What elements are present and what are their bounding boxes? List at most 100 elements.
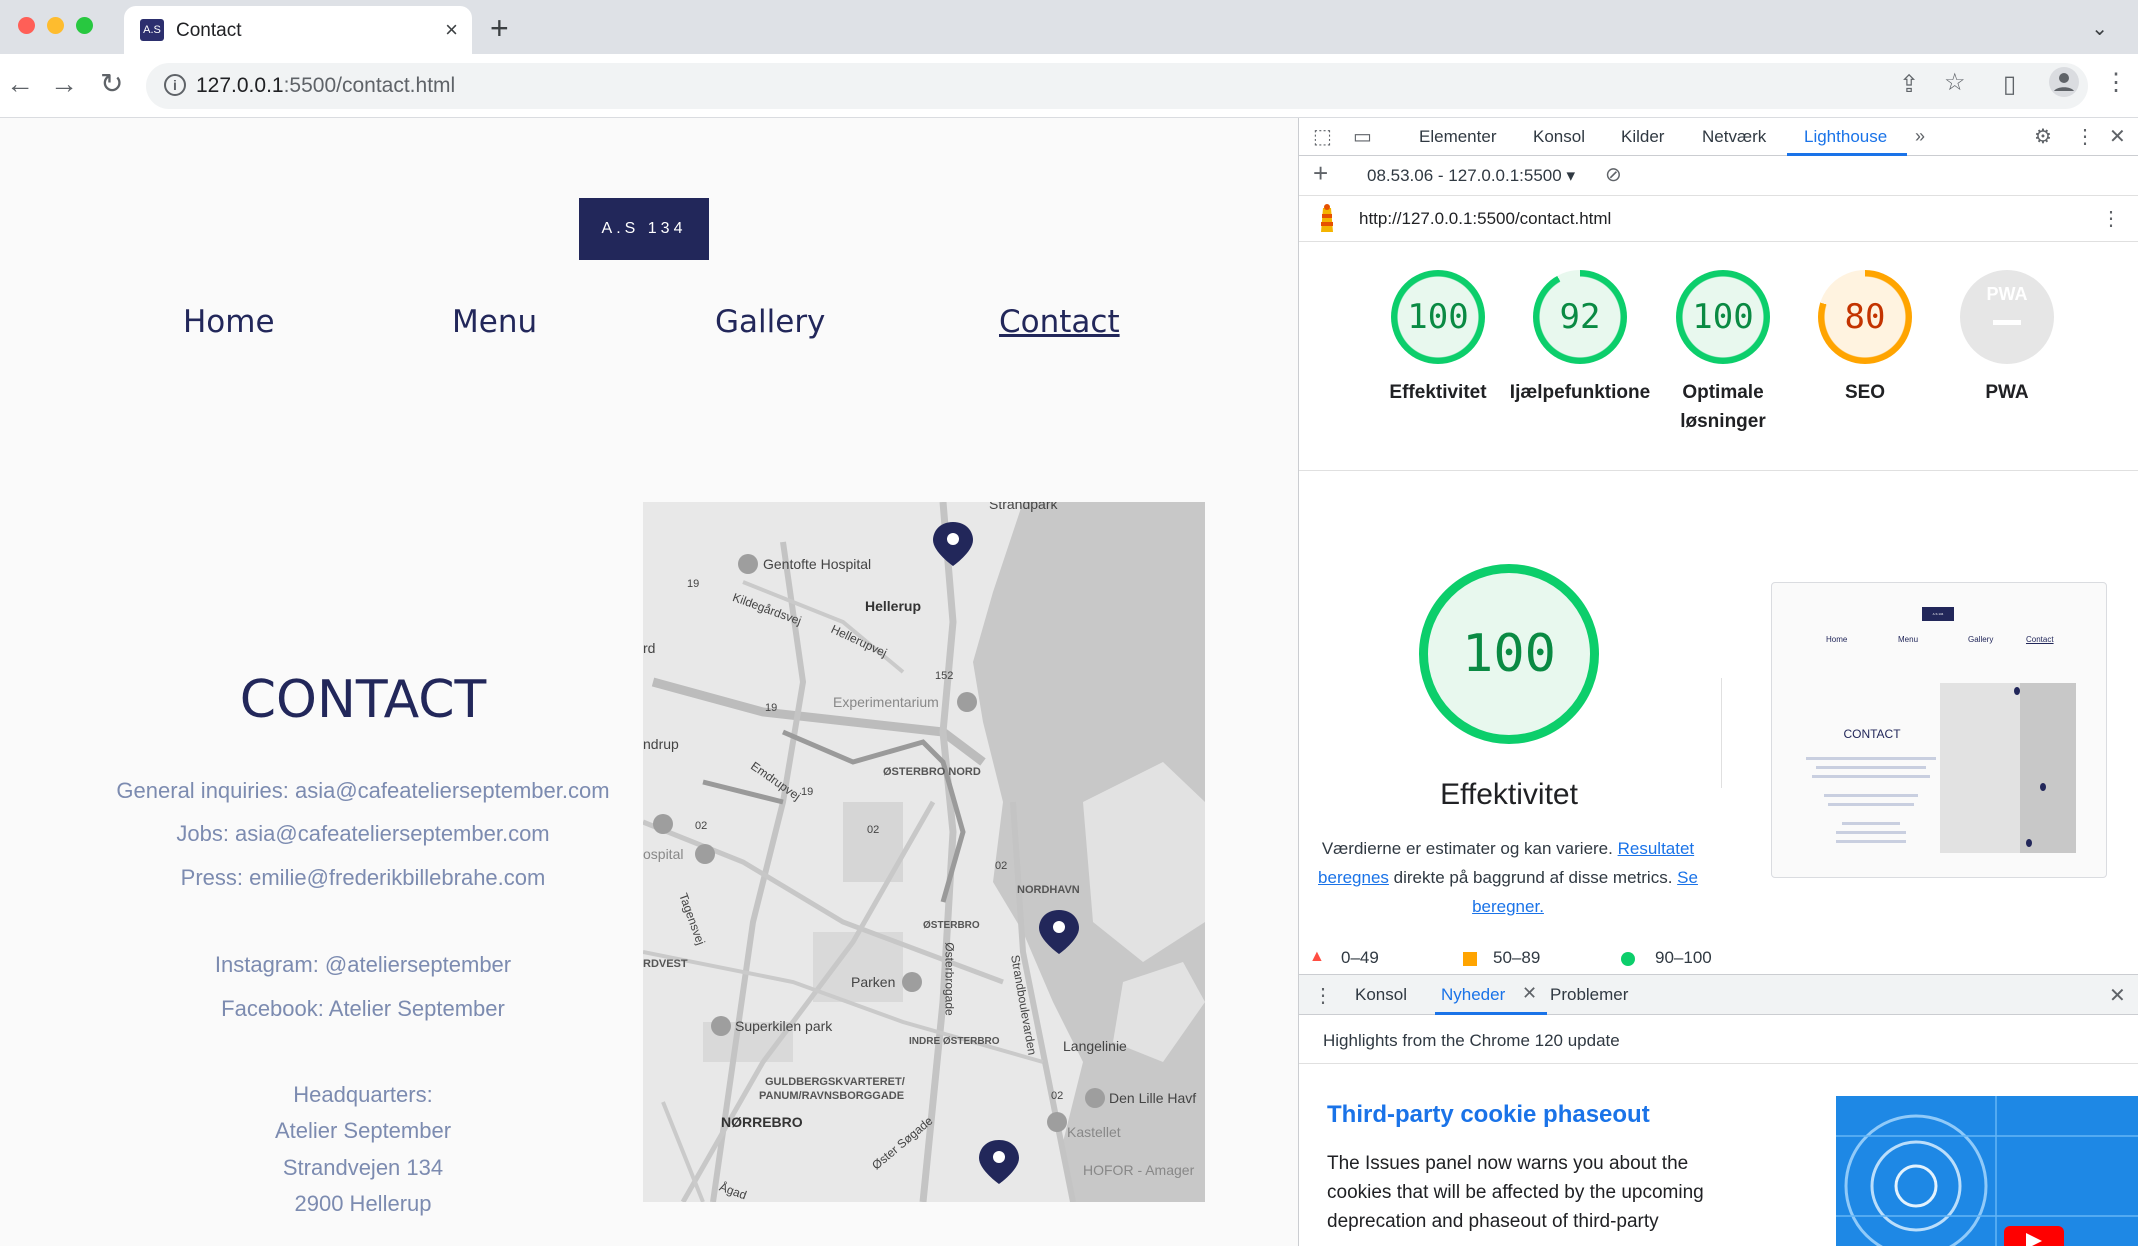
window-minimize-button[interactable] <box>47 17 64 34</box>
general-inquiries-line: General inquiries: asia@cafeateliersepte… <box>116 778 610 803</box>
reload-icon[interactable]: ↻ <box>100 68 123 100</box>
tab-netvaerk[interactable]: Netværk <box>1702 127 1766 147</box>
score-best-practices[interactable]: 100 Optimale løsninger <box>1673 270 1773 432</box>
performance-title: Effektivitet <box>1440 778 1578 811</box>
thumb-nav-contact: Contact <box>2026 635 2054 644</box>
facebook-line: Facebook: Atelier September <box>221 996 505 1021</box>
dropdown-caret-icon: ▾ <box>1566 166 1576 185</box>
nav-home[interactable]: Home <box>183 304 275 340</box>
site-logo[interactable]: A.S 134 <box>579 198 709 260</box>
window-close-button[interactable] <box>18 17 35 34</box>
map-route-19-b: 19 <box>765 702 778 714</box>
average-square-icon <box>1463 952 1477 966</box>
map-label-panum: PANUM/RAVNSBORGGADE <box>759 1090 905 1102</box>
score-accessibility[interactable]: 92 Ijælpefunktione <box>1510 270 1650 403</box>
news-item-body: The Issues panel now warns you about the… <box>1327 1153 1704 1232</box>
nav-contact[interactable]: Contact <box>999 304 1120 340</box>
map-label-strandpark: Strandpark <box>989 502 1058 512</box>
map-label-guldbergskvarteret: GULDBERGSKVARTERET/ <box>765 1076 905 1088</box>
tab-lighthouse[interactable]: Lighthouse <box>1804 127 1887 147</box>
map-label-hellerup: Hellerup <box>865 598 922 614</box>
tab-elementer[interactable]: Elementer <box>1419 127 1496 147</box>
vertical-divider <box>1721 678 1722 788</box>
map-label-experimentarium: Experimentarium <box>833 694 939 710</box>
performance-description: Værdierne er estimater og kan variere. R… <box>1318 839 1698 916</box>
drawer-tab-nyheder[interactable]: Nyheder <box>1441 985 1505 1005</box>
back-icon[interactable]: ← <box>6 68 34 100</box>
tab-favicon: A.S <box>140 19 164 41</box>
tab-konsol[interactable]: Konsol <box>1533 127 1585 147</box>
map-label-hofor: HOFOR - Amager <box>1083 1162 1195 1178</box>
inspect-element-icon[interactable]: ⬚ <box>1313 124 1332 149</box>
bookmark-star-icon[interactable]: ☆ <box>1944 68 1966 97</box>
map-label-superkilen: Superkilen park <box>735 1018 833 1034</box>
tab-title: Contact <box>176 20 242 41</box>
headquarters-street: Strandvejen 134 <box>282 1155 444 1180</box>
page-screenshot-thumbnail[interactable]: A.S 134 Home Menu Gallery Contact CONTAC… <box>1771 582 2107 878</box>
forward-icon[interactable]: → <box>50 68 78 100</box>
side-panel-icon[interactable]: ▯ <box>2003 70 2016 99</box>
thumb-nav-gallery: Gallery <box>1968 635 1994 644</box>
news-video-thumbnail[interactable] <box>1836 1096 2138 1246</box>
web-page: A.S 134 Home Menu Gallery Contact CONTAC… <box>0 118 1298 1246</box>
drawer-tab-konsol[interactable]: Konsol <box>1355 985 1407 1005</box>
map-label-indre-osterbro: INDRE ØSTERBRO <box>909 1036 1000 1047</box>
performance-gauge: 100 <box>1419 564 1599 744</box>
window-zoom-button[interactable] <box>76 17 93 34</box>
nav-gallery[interactable]: Gallery <box>715 304 825 340</box>
page-title: CONTACT <box>239 670 487 730</box>
map-label-osterbro-nord: ØSTERBRO NORD <box>883 766 981 778</box>
browser-tab[interactable]: A.S Contact × <box>124 6 472 54</box>
map-route-152: 152 <box>935 670 954 682</box>
lighthouse-toolbar: + 08.53.06 - 127.0.0.1:5500 ▾ ⊘ <box>1299 156 2138 196</box>
fail-triangle-icon: ▲ <box>1309 948 1325 965</box>
tab-search-chevron-icon[interactable]: ⌄ <box>2091 16 2108 41</box>
device-toolbar-icon[interactable]: ▭ <box>1353 124 1372 149</box>
drawer-menu-icon[interactable]: ⋮ <box>1313 983 1333 1008</box>
score-seo[interactable]: 80 SEO <box>1815 270 1915 403</box>
new-report-plus-icon[interactable]: + <box>1313 158 1328 189</box>
thumb-text-lines <box>1806 751 1936 871</box>
map-route-02-b: 02 <box>867 824 880 836</box>
tab-close-icon[interactable]: × <box>445 17 458 43</box>
map-label-osterbrogade: Østerbrogade <box>942 942 957 1016</box>
divider <box>1299 470 2138 471</box>
thumb-map <box>1940 683 2076 853</box>
pwa-badge-dash <box>1993 320 2021 325</box>
score-pwa[interactable]: PWA PWA <box>1957 270 2057 403</box>
address-bar[interactable]: i 127.0.0.1:5500/contact.html <box>146 63 2088 109</box>
report-menu-icon[interactable]: ⋮ <box>2101 206 2121 231</box>
close-nyheder-icon[interactable]: ✕ <box>1522 983 1537 1004</box>
devtools-tab-bar: ⬚ ▭ Elementer Konsol Kilder Netværk Ligh… <box>1299 118 2138 156</box>
score-effektivitet[interactable]: 100 Effektivitet <box>1388 270 1488 403</box>
map-label-ospital: ospital <box>643 846 684 862</box>
clear-reports-icon[interactable]: ⊘ <box>1605 162 1622 187</box>
jobs-line: Jobs: asia@cafeatelierseptember.com <box>176 821 550 846</box>
close-drawer-icon[interactable]: ✕ <box>2109 983 2126 1008</box>
whats-new-highlights: Highlights from the Chrome 120 update <box>1323 1031 1620 1050</box>
tab-kilder[interactable]: Kilder <box>1621 127 1664 147</box>
share-icon[interactable]: ⇪ <box>1899 70 1919 99</box>
close-devtools-icon[interactable]: ✕ <box>2109 124 2126 149</box>
map-label-rd: rd <box>643 640 656 656</box>
report-url: http://127.0.0.1:5500/contact.html <box>1359 209 1612 228</box>
map-label-kastellet: Kastellet <box>1067 1124 1121 1140</box>
drawer-tab-bar: ⋮ Konsol Nyheder ✕ Problemer ✕ <box>1299 975 2138 1015</box>
nav-menu[interactable]: Menu <box>452 304 537 340</box>
report-selector[interactable]: 08.53.06 - 127.0.0.1:5500 ▾ <box>1367 166 1575 186</box>
gauge-ring: 80 <box>1818 270 1912 364</box>
more-tabs-chevron-icon[interactable]: » <box>1915 126 1925 147</box>
map-route-02-a: 02 <box>695 820 708 832</box>
headquarters-name: Atelier September <box>274 1118 452 1143</box>
map-label-parken: Parken <box>851 974 896 990</box>
news-item-title[interactable]: Third-party cookie phaseout <box>1327 1101 1650 1129</box>
settings-gear-icon[interactable]: ⚙ <box>2034 124 2052 149</box>
site-info-icon[interactable]: i <box>164 74 186 96</box>
devtools-menu-icon[interactable]: ⋮ <box>2075 124 2095 149</box>
profile-avatar-icon[interactable] <box>2048 66 2080 105</box>
drawer-tab-problemer[interactable]: Problemer <box>1550 985 1628 1005</box>
new-tab-icon[interactable]: + <box>490 10 509 46</box>
headquarters-city: 2900 Hellerup <box>294 1191 432 1216</box>
browser-menu-icon[interactable]: ⋮ <box>2104 68 2128 97</box>
location-map[interactable]: Strandpark Gentofte Hospital Hellerup Ki… <box>643 502 1205 1202</box>
